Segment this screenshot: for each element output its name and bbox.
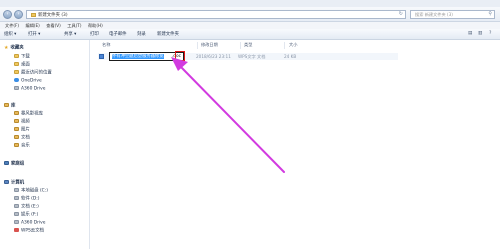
menu-help[interactable]: 帮助(H) — [88, 22, 103, 29]
print-button[interactable]: 打印 — [90, 31, 99, 38]
rename-selected-text: 怀有冲空题后塑服务器修宽 — [112, 54, 164, 59]
a360-drive-icon — [14, 86, 19, 90]
address-bar-area: ‹ › 新建文件夹 (3) ↻ 搜索 新建文件夹 (3) ⚲ — [0, 7, 500, 22]
preview-pane-icon[interactable]: ▥ — [478, 31, 482, 36]
address-bar[interactable]: 新建文件夹 (3) ↻ — [26, 10, 406, 19]
sidebar-item-homegroup[interactable]: 家庭组 — [4, 161, 24, 168]
new-folder-button[interactable]: 新建文件夹 — [157, 31, 179, 38]
drive-icon — [14, 188, 19, 192]
menu-view[interactable]: 查看(V) — [46, 22, 61, 29]
menu-bar: 文件(F) 编辑(E) 查看(V) 工具(T) 帮助(H) — [0, 22, 500, 29]
search-icon[interactable]: ⚲ — [488, 11, 492, 17]
recent-places-icon — [14, 70, 19, 74]
sidebar-item-libraries[interactable]: 库 — [4, 103, 15, 110]
sidebar-item-onedrive[interactable]: OneDrive — [4, 78, 42, 85]
sidebar-item-pictures[interactable]: 图片 — [4, 127, 30, 134]
video-library-icon — [14, 111, 19, 115]
documents-icon — [14, 135, 19, 139]
burn-button[interactable]: 刻录 — [137, 31, 146, 38]
column-divider[interactable] — [197, 42, 198, 49]
file-size: 24 KB — [284, 54, 297, 59]
computer-icon — [4, 180, 9, 184]
onedrive-icon — [14, 78, 19, 82]
back-button[interactable]: ‹ — [3, 10, 12, 19]
sidebar-item-documents[interactable]: 文档 — [4, 135, 30, 142]
library-icon — [4, 103, 9, 107]
column-type[interactable]: 类型 — [244, 42, 252, 48]
view-options-icon[interactable]: ▤ — [468, 31, 472, 36]
sidebar-item-drive-f[interactable]: 娱乐 (F:) — [4, 212, 38, 219]
rename-field[interactable]: 怀有冲空题后塑服务器修宽 .doc — [109, 52, 184, 61]
sidebar-item-videos[interactable]: 视频 — [4, 119, 30, 126]
word-document-icon — [99, 54, 104, 59]
sidebar-item-recent[interactable]: 最近访问的位置 — [4, 70, 52, 77]
column-headers: 名称 修改日期 类型 大小 — [97, 42, 397, 49]
desktop-icon — [14, 62, 19, 66]
file-row[interactable]: 怀有冲空题后塑服务器修宽 .doc 2018/6/23 23:11 WPS文字 … — [98, 51, 398, 61]
folder-icon — [31, 12, 36, 17]
share-button[interactable]: 共享 ▾ — [64, 31, 76, 38]
sidebar-item-computer[interactable]: 计算机 — [4, 180, 24, 187]
column-size[interactable]: 大小 — [289, 42, 297, 48]
sidebar-item-music[interactable]: 音乐 — [4, 143, 30, 150]
music-icon — [14, 143, 19, 147]
help-icon[interactable]: ? — [489, 31, 491, 36]
sidebar-item-desktop[interactable]: 桌面 — [4, 62, 30, 69]
drive-icon — [14, 196, 19, 200]
column-modified[interactable]: 修改日期 — [201, 42, 218, 48]
sidebar-item-storm-videos[interactable]: 暴风影视库 — [4, 111, 43, 118]
window-title-strip — [0, 0, 500, 7]
sidebar-item-drive-e[interactable]: 文档 (E:) — [4, 204, 39, 211]
homegroup-icon — [4, 161, 9, 165]
file-modified: 2018/6/23 23:11 — [196, 54, 231, 59]
sidebar-item-a360[interactable]: A360 Drive — [4, 86, 46, 93]
sidebar-item-a360-drive[interactable]: A360 Drive — [4, 220, 46, 227]
search-placeholder: 搜索 新建文件夹 (3) — [415, 12, 453, 17]
wps-cloud-icon — [14, 228, 19, 232]
search-box[interactable]: 搜索 新建文件夹 (3) ⚲ — [410, 10, 495, 19]
breadcrumb-path: 新建文件夹 (3) — [38, 13, 68, 18]
downloads-icon — [14, 54, 19, 58]
organize-button[interactable]: 组织 ▾ — [4, 31, 16, 38]
drive-icon — [14, 204, 19, 208]
file-list: 名称 修改日期 类型 大小 怀有冲空题后塑服务器修宽 .doc 2018/6/2… — [91, 40, 500, 249]
sidebar-item-favorites[interactable]: ★ 收藏夹 — [4, 45, 24, 52]
sidebar-item-downloads[interactable]: 下载 — [4, 54, 30, 61]
menu-edit[interactable]: 编辑(E) — [26, 22, 40, 29]
column-divider[interactable] — [240, 42, 241, 49]
navigation-pane: ★ 收藏夹 下载 桌面 最近访问的位置 OneDrive A360 Drive 库… — [0, 40, 90, 249]
sidebar-item-drive-c[interactable]: 本地磁盘 (C:) — [4, 188, 48, 195]
menu-file[interactable]: 文件(F) — [5, 22, 19, 29]
refresh-icon[interactable]: ↻ — [399, 11, 403, 17]
sidebar-item-drive-d[interactable]: 软件 (D:) — [4, 196, 39, 203]
a360-drive-icon — [14, 220, 19, 224]
drive-icon — [14, 212, 19, 216]
breadcrumb: 新建文件夹 (3) — [31, 12, 68, 18]
star-icon: ★ — [4, 45, 9, 51]
column-name[interactable]: 名称 — [102, 42, 110, 48]
column-divider[interactable] — [284, 42, 285, 49]
email-button[interactable]: 电子邮件 — [109, 31, 127, 38]
open-button[interactable]: 打开 ▾ — [28, 31, 40, 38]
pictures-icon — [14, 127, 19, 131]
forward-button[interactable]: › — [14, 10, 23, 19]
menu-tools[interactable]: 工具(T) — [67, 22, 81, 29]
file-type: WPS文字 文档 — [238, 54, 266, 59]
sidebar-item-wps-cloud[interactable]: WPS云文档 — [4, 228, 44, 235]
videos-icon — [14, 119, 19, 123]
command-bar: 组织 ▾ 打开 ▾ 共享 ▾ 打印 电子邮件 刻录 新建文件夹 ▤ ▥ ? — [0, 29, 500, 40]
extension-highlight-box — [175, 51, 185, 61]
